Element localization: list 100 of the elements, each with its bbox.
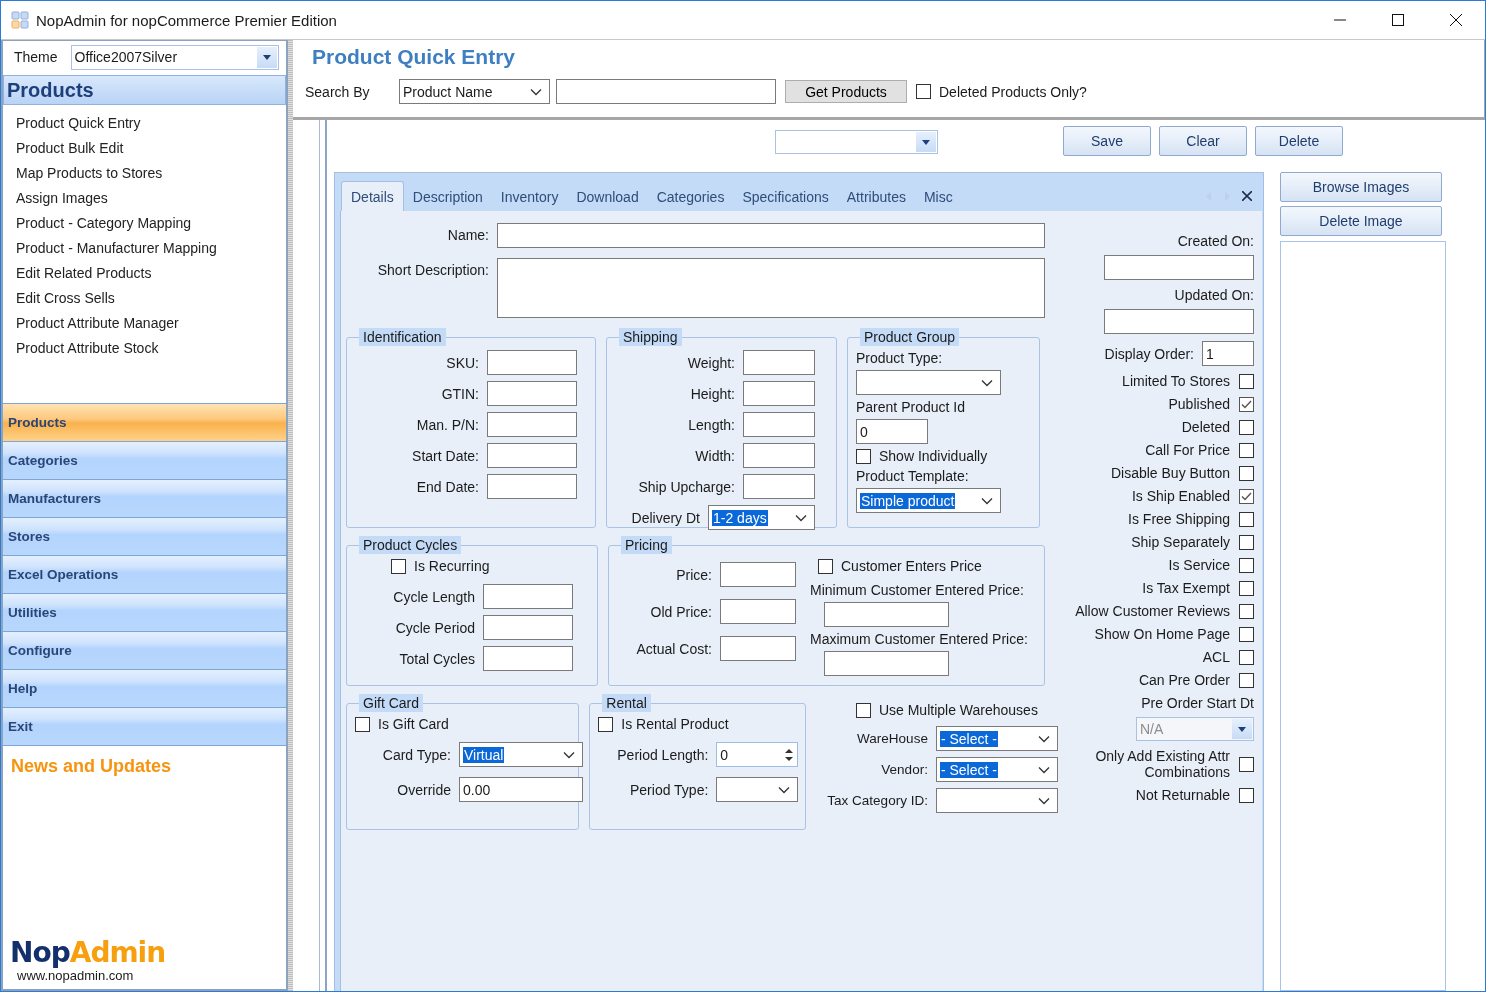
menu-item[interactable]: Product Bulk Edit xyxy=(16,136,286,161)
menu-item[interactable]: Assign Images xyxy=(16,186,286,211)
checkbox[interactable] xyxy=(818,558,833,574)
checkbox[interactable] xyxy=(855,702,871,718)
menu-item[interactable]: Product - Manufacturer Mapping xyxy=(16,236,286,261)
text-field[interactable] xyxy=(487,412,577,437)
checkbox[interactable] xyxy=(1239,756,1254,772)
dropdown[interactable]: Simple product xyxy=(856,488,1001,513)
menu-item[interactable]: Map Products to Stores xyxy=(16,161,286,186)
checkbox[interactable] xyxy=(1239,488,1254,504)
text-field[interactable]: 1 xyxy=(1202,341,1254,366)
text-field[interactable] xyxy=(743,412,815,437)
get-products-button[interactable]: Get Products xyxy=(785,80,907,103)
menu-item[interactable]: Edit Cross Sells xyxy=(16,286,286,311)
text-field[interactable] xyxy=(720,562,796,587)
image-button[interactable]: Delete Image xyxy=(1280,206,1442,236)
checkbox[interactable] xyxy=(598,716,614,732)
text-field[interactable] xyxy=(743,443,815,468)
menu-item[interactable]: Edit Related Products xyxy=(16,261,286,286)
menu-item[interactable]: Product - Category Mapping xyxy=(16,211,286,236)
text-field[interactable] xyxy=(743,350,815,375)
tab[interactable]: Attributes xyxy=(837,182,915,211)
tab[interactable]: Download xyxy=(567,182,648,211)
text-field[interactable] xyxy=(720,636,796,661)
checkbox[interactable] xyxy=(391,558,406,574)
text-field[interactable] xyxy=(824,651,949,676)
menu-item[interactable]: Product Quick Entry xyxy=(16,111,286,136)
menu-item[interactable]: Product Attribute Manager xyxy=(16,311,286,336)
checkbox[interactable] xyxy=(1239,557,1254,573)
nav-button[interactable]: Categories xyxy=(3,442,286,480)
text-field[interactable] xyxy=(1104,255,1254,280)
text-field[interactable] xyxy=(487,350,577,375)
image-button[interactable]: Browse Images xyxy=(1280,172,1442,202)
checkbox[interactable] xyxy=(916,84,931,99)
dropdown[interactable] xyxy=(716,777,799,802)
text-field[interactable] xyxy=(497,223,1045,248)
text-field[interactable] xyxy=(487,474,577,499)
nav-button[interactable]: Configure xyxy=(3,632,286,670)
nav-button[interactable]: Manufacturers xyxy=(3,480,286,518)
nav-button[interactable]: Excel Operations xyxy=(3,556,286,594)
checkbox[interactable] xyxy=(1239,419,1254,435)
field-label: Period Length: xyxy=(616,746,709,763)
field-label: Product Type: xyxy=(856,350,943,366)
text-field[interactable] xyxy=(487,381,577,406)
caret-icon xyxy=(262,54,271,60)
close-icon[interactable] xyxy=(1242,191,1252,201)
checkbox[interactable] xyxy=(355,716,370,732)
tab[interactable]: Misc xyxy=(914,182,962,211)
checkbox[interactable] xyxy=(1239,626,1254,642)
text-area[interactable] xyxy=(497,258,1045,318)
dropdown[interactable] xyxy=(856,370,1001,395)
checkbox-label: Is Service xyxy=(1168,557,1230,573)
checkbox[interactable] xyxy=(1239,649,1254,665)
dropdown[interactable]: Virtual xyxy=(459,742,583,767)
dropdown[interactable]: Office2007Silver xyxy=(70,44,279,70)
field-label: Display Order: xyxy=(1104,345,1194,362)
checkbox[interactable] xyxy=(1239,396,1254,412)
text-field[interactable]: 0.00 xyxy=(459,777,583,802)
checkbox[interactable] xyxy=(1239,603,1254,619)
checkbox-label: Customer Enters Price xyxy=(841,558,982,574)
checkbox[interactable] xyxy=(1239,672,1254,688)
dropdown[interactable]: 1-2 days xyxy=(708,505,815,530)
toolbar-button[interactable]: Save xyxy=(1063,126,1151,156)
nav-button[interactable]: Stores xyxy=(3,518,286,556)
tab[interactable]: Categories xyxy=(647,182,734,211)
text-field[interactable] xyxy=(824,602,949,627)
text-field[interactable] xyxy=(556,79,776,104)
dropdown[interactable] xyxy=(935,788,1058,813)
text-field[interactable] xyxy=(483,615,573,640)
menu-item[interactable]: Product Attribute Stock xyxy=(16,336,286,361)
nav-button[interactable]: Help xyxy=(3,670,286,708)
text-field[interactable] xyxy=(483,584,573,609)
toolbar-button[interactable]: Clear xyxy=(1159,126,1247,156)
checkbox[interactable] xyxy=(1239,580,1254,596)
checkbox[interactable] xyxy=(1239,442,1254,458)
text-field[interactable] xyxy=(487,443,577,468)
tab[interactable]: Inventory xyxy=(491,182,568,211)
tab[interactable]: Details xyxy=(341,181,404,211)
number-field[interactable]: 0 xyxy=(716,742,799,767)
text-field[interactable]: 0 xyxy=(856,419,928,444)
checkbox[interactable] xyxy=(1239,465,1254,481)
tab[interactable]: Description xyxy=(403,182,492,211)
checkbox[interactable] xyxy=(856,448,871,464)
text-field[interactable] xyxy=(743,381,815,406)
checkbox[interactable] xyxy=(1239,534,1254,550)
dropdown[interactable]: - Select - xyxy=(935,726,1058,751)
nav-button[interactable]: Products xyxy=(3,404,286,442)
text-field[interactable] xyxy=(743,474,815,499)
toolbar-button[interactable]: Delete xyxy=(1255,126,1343,156)
nav-button[interactable]: Exit xyxy=(3,708,286,746)
nav-button[interactable]: Utilities xyxy=(3,594,286,632)
checkbox[interactable] xyxy=(1239,787,1254,803)
checkbox[interactable] xyxy=(1239,373,1254,389)
tab[interactable]: Specifications xyxy=(733,182,838,211)
text-field[interactable] xyxy=(720,599,796,624)
text-field[interactable] xyxy=(483,646,573,671)
text-field[interactable] xyxy=(1104,309,1254,334)
dropdown[interactable]: - Select - xyxy=(935,757,1058,782)
dropdown[interactable]: Product Name xyxy=(399,79,550,104)
checkbox[interactable] xyxy=(1239,511,1254,527)
